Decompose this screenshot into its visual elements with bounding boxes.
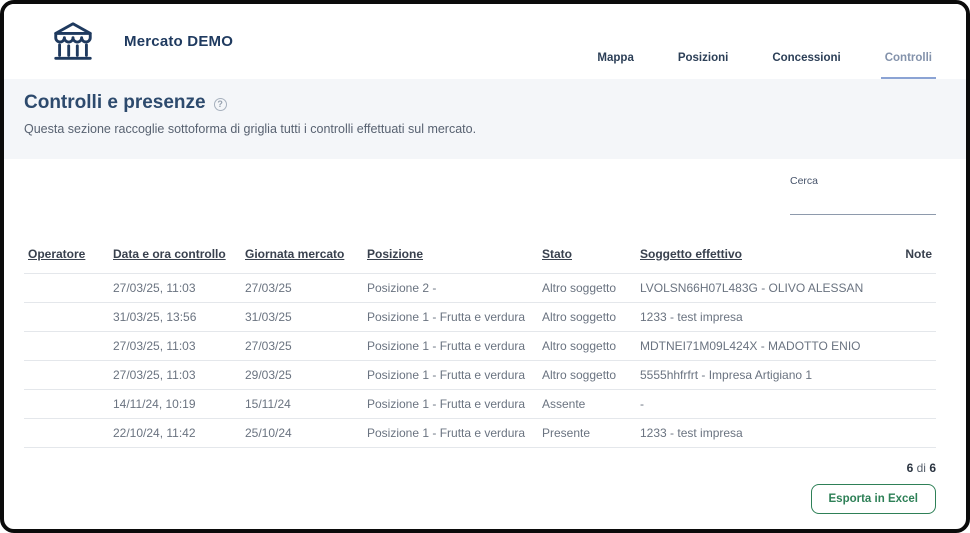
table-cell: [864, 332, 936, 361]
table-cell: Posizione 2 -: [363, 274, 538, 303]
search-field: Cerca: [790, 175, 936, 215]
pagination-count: 6: [907, 461, 914, 475]
table-cell: 31/03/25: [241, 303, 363, 332]
table-cell: 22/10/24, 11:42: [109, 419, 241, 448]
controls-table: Operatore Data e ora controllo Giornata …: [24, 243, 936, 448]
table-cell: Altro soggetto: [538, 332, 636, 361]
table-cell: 1233 - test impresa: [636, 303, 864, 332]
table-cell: MDTNEI71M09L424X - MADOTTO ENIO: [636, 332, 864, 361]
table-cell: 15/11/24: [241, 390, 363, 419]
table-cell: Altro soggetto: [538, 361, 636, 390]
export-excel-button[interactable]: Esporta in Excel: [811, 484, 936, 514]
tab-mappa[interactable]: Mappa: [593, 52, 637, 79]
search-label: Cerca: [790, 175, 936, 187]
table-cell: 27/03/25, 11:03: [109, 274, 241, 303]
table-cell: [864, 419, 936, 448]
table-cell: [24, 390, 109, 419]
table-cell: 27/03/25: [241, 274, 363, 303]
market-stall-logo-icon: [50, 19, 96, 65]
column-header-operatore[interactable]: Operatore: [24, 243, 109, 274]
main-content: Cerca Operatore Data e ora controllo Gio…: [4, 175, 966, 514]
column-header-soggetto-effettivo[interactable]: Soggetto effettivo: [636, 243, 864, 274]
search-input[interactable]: [790, 189, 936, 215]
table-body: 27/03/25, 11:0327/03/25Posizione 2 -Altr…: [24, 274, 936, 448]
table-cell: 27/03/25, 11:03: [109, 361, 241, 390]
table-row[interactable]: 27/03/25, 11:0327/03/25Posizione 2 -Altr…: [24, 274, 936, 303]
table-cell: [24, 332, 109, 361]
main-nav: Mappa Posizioni Concessioni Controlli: [557, 52, 936, 79]
page-description: Questa sezione raccoglie sottoforma di g…: [24, 122, 946, 136]
table-header: Operatore Data e ora controllo Giornata …: [24, 243, 936, 274]
table-cell: [864, 390, 936, 419]
table-cell: [24, 419, 109, 448]
table-cell: Posizione 1 - Frutta e verdura: [363, 419, 538, 448]
pagination-separator: di: [917, 461, 926, 475]
table-cell: -: [636, 390, 864, 419]
export-row: Esporta in Excel: [24, 484, 936, 514]
table-cell: 25/10/24: [241, 419, 363, 448]
brand: Mercato DEMO: [50, 4, 233, 79]
column-header-stato[interactable]: Stato: [538, 243, 636, 274]
column-header-giornata-mercato[interactable]: Giornata mercato: [241, 243, 363, 274]
table-cell: [24, 303, 109, 332]
table-row[interactable]: 22/10/24, 11:4225/10/24Posizione 1 - Fru…: [24, 419, 936, 448]
table-cell: Altro soggetto: [538, 274, 636, 303]
table-cell: Posizione 1 - Frutta e verdura: [363, 332, 538, 361]
table-cell: [864, 361, 936, 390]
table-row[interactable]: 31/03/25, 13:5631/03/25Posizione 1 - Fru…: [24, 303, 936, 332]
table-cell: [864, 274, 936, 303]
page-header: Controlli e presenze ? Questa sezione ra…: [4, 79, 966, 159]
table-cell: [24, 361, 109, 390]
app-header: Mercato DEMO Mappa Posizioni Concessioni…: [4, 4, 966, 79]
table-cell: 1233 - test impresa: [636, 419, 864, 448]
column-header-data-ora-controllo[interactable]: Data e ora controllo: [109, 243, 241, 274]
column-header-posizione[interactable]: Posizione: [363, 243, 538, 274]
table-cell: Assente: [538, 390, 636, 419]
table-cell: LVOLSN66H07L483G - OLIVO ALESSANDRO: [636, 274, 864, 303]
table-cell: [864, 303, 936, 332]
table-cell: Posizione 1 - Frutta e verdura: [363, 303, 538, 332]
column-header-note: Note: [864, 243, 936, 274]
table-cell: 29/03/25: [241, 361, 363, 390]
table-row[interactable]: 27/03/25, 11:0329/03/25Posizione 1 - Fru…: [24, 361, 936, 390]
page-title: Controlli e presenze: [24, 92, 206, 114]
tab-controlli[interactable]: Controlli: [881, 52, 936, 79]
help-icon[interactable]: ?: [214, 98, 227, 111]
tab-posizioni[interactable]: Posizioni: [674, 52, 732, 79]
app-window: Mercato DEMO Mappa Posizioni Concessioni…: [0, 0, 970, 533]
table-cell: Altro soggetto: [538, 303, 636, 332]
table-cell: 14/11/24, 10:19: [109, 390, 241, 419]
table-cell: Posizione 1 - Frutta e verdura: [363, 361, 538, 390]
pagination-total: 6: [929, 461, 936, 475]
table-cell: Presente: [538, 419, 636, 448]
tab-concessioni[interactable]: Concessioni: [768, 52, 844, 79]
app-title: Mercato DEMO: [124, 33, 233, 50]
table-cell: 27/03/25, 11:03: [109, 332, 241, 361]
table-cell: 31/03/25, 13:56: [109, 303, 241, 332]
table-cell: 27/03/25: [241, 332, 363, 361]
table-row[interactable]: 27/03/25, 11:0327/03/25Posizione 1 - Fru…: [24, 332, 936, 361]
table-row[interactable]: 14/11/24, 10:1915/11/24Posizione 1 - Fru…: [24, 390, 936, 419]
pagination: 6 di 6: [24, 461, 936, 475]
table-cell: [24, 274, 109, 303]
table-cell: 5555hhfrfrt - Impresa Artigiano 1: [636, 361, 864, 390]
table-cell: Posizione 1 - Frutta e verdura: [363, 390, 538, 419]
